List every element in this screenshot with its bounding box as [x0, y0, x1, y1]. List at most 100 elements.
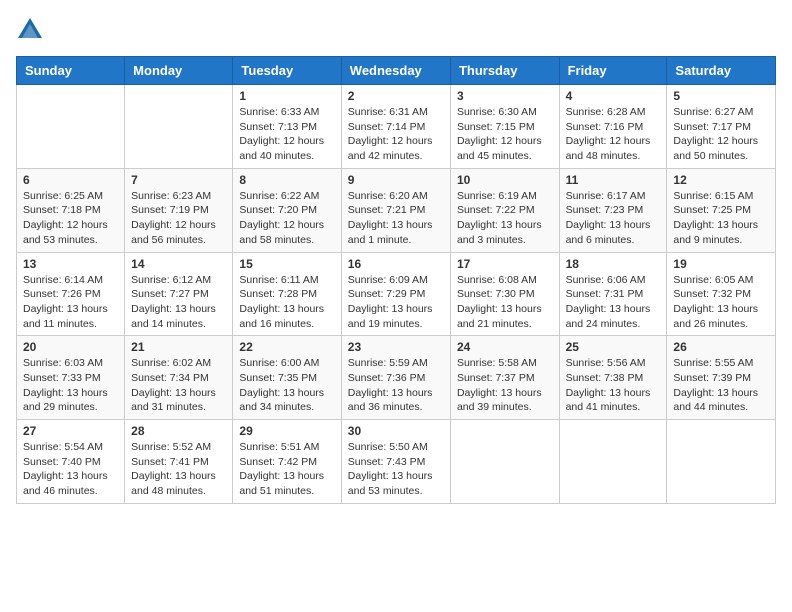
day-info: Sunrise: 5:50 AM Sunset: 7:43 PM Dayligh… — [348, 440, 444, 499]
day-info: Sunrise: 5:54 AM Sunset: 7:40 PM Dayligh… — [23, 440, 118, 499]
day-of-week-header: Friday — [559, 57, 667, 85]
day-info: Sunrise: 6:03 AM Sunset: 7:33 PM Dayligh… — [23, 356, 118, 415]
day-info: Sunrise: 6:00 AM Sunset: 7:35 PM Dayligh… — [239, 356, 334, 415]
calendar-cell: 23 Sunrise: 5:59 AM Sunset: 7:36 PM Dayli… — [341, 336, 450, 420]
day-number: 26 — [673, 340, 769, 354]
calendar-cell — [667, 420, 776, 504]
day-of-week-header: Monday — [125, 57, 233, 85]
day-info: Sunrise: 6:06 AM Sunset: 7:31 PM Dayligh… — [566, 273, 661, 332]
calendar-cell: 2 Sunrise: 6:31 AM Sunset: 7:14 PM Daylig… — [341, 85, 450, 169]
day-number: 21 — [131, 340, 226, 354]
day-number: 13 — [23, 257, 118, 271]
day-info: Sunrise: 6:15 AM Sunset: 7:25 PM Dayligh… — [673, 189, 769, 248]
day-info: Sunrise: 6:31 AM Sunset: 7:14 PM Dayligh… — [348, 105, 444, 164]
day-info: Sunrise: 6:12 AM Sunset: 7:27 PM Dayligh… — [131, 273, 226, 332]
week-row: 13Sunrise: 6:14 AM Sunset: 7:26 PM Dayli… — [17, 252, 776, 336]
calendar-cell: 10 Sunrise: 6:19 AM Sunset: 7:22 PM Dayli… — [450, 168, 559, 252]
day-of-week-header: Saturday — [667, 57, 776, 85]
day-number: 16 — [348, 257, 444, 271]
calendar-cell: 3 Sunrise: 6:30 AM Sunset: 7:15 PM Daylig… — [450, 85, 559, 169]
day-number: 6 — [23, 173, 118, 187]
calendar-cell: 24 Sunrise: 5:58 AM Sunset: 7:37 PM Dayli… — [450, 336, 559, 420]
calendar-cell: 4Sunrise: 6:28 AM Sunset: 7:16 PM Daylig… — [559, 85, 667, 169]
day-number: 9 — [348, 173, 444, 187]
day-info: Sunrise: 6:19 AM Sunset: 7:22 PM Dayligh… — [457, 189, 553, 248]
day-info: Sunrise: 6:17 AM Sunset: 7:23 PM Dayligh… — [566, 189, 661, 248]
day-number: 3 — [457, 89, 553, 103]
week-row: 1Sunrise: 6:33 AM Sunset: 7:13 PM Daylig… — [17, 85, 776, 169]
day-number: 19 — [673, 257, 769, 271]
day-of-week-header: Thursday — [450, 57, 559, 85]
day-info: Sunrise: 5:59 AM Sunset: 7:36 PM Dayligh… — [348, 356, 444, 415]
calendar-cell — [559, 420, 667, 504]
day-info: Sunrise: 6:11 AM Sunset: 7:28 PM Dayligh… — [239, 273, 334, 332]
day-info: Sunrise: 6:05 AM Sunset: 7:32 PM Dayligh… — [673, 273, 769, 332]
day-number: 24 — [457, 340, 553, 354]
day-info: Sunrise: 6:22 AM Sunset: 7:20 PM Dayligh… — [239, 189, 334, 248]
calendar-cell: 19 Sunrise: 6:05 AM Sunset: 7:32 PM Dayli… — [667, 252, 776, 336]
calendar-table: SundayMondayTuesdayWednesdayThursdayFrid… — [16, 56, 776, 504]
day-number: 20 — [23, 340, 118, 354]
day-info: Sunrise: 5:55 AM Sunset: 7:39 PM Dayligh… — [673, 356, 769, 415]
calendar-cell: 13Sunrise: 6:14 AM Sunset: 7:26 PM Dayli… — [17, 252, 125, 336]
day-number: 14 — [131, 257, 226, 271]
day-number: 10 — [457, 173, 553, 187]
calendar-cell: 16 Sunrise: 6:09 AM Sunset: 7:29 PM Dayli… — [341, 252, 450, 336]
day-number: 23 — [348, 340, 444, 354]
calendar-cell: 26 Sunrise: 5:55 AM Sunset: 7:39 PM Dayli… — [667, 336, 776, 420]
day-info: Sunrise: 5:58 AM Sunset: 7:37 PM Dayligh… — [457, 356, 553, 415]
calendar-cell — [17, 85, 125, 169]
day-info: Sunrise: 6:20 AM Sunset: 7:21 PM Dayligh… — [348, 189, 444, 248]
calendar-cell: 21 Sunrise: 6:02 AM Sunset: 7:34 PM Dayli… — [125, 336, 233, 420]
day-number: 28 — [131, 424, 226, 438]
calendar-cell: 1Sunrise: 6:33 AM Sunset: 7:13 PM Daylig… — [233, 85, 341, 169]
day-number: 4 — [566, 89, 661, 103]
calendar-cell: 11 Sunrise: 6:17 AM Sunset: 7:23 PM Dayli… — [559, 168, 667, 252]
day-info: Sunrise: 6:02 AM Sunset: 7:34 PM Dayligh… — [131, 356, 226, 415]
day-info: Sunrise: 6:09 AM Sunset: 7:29 PM Dayligh… — [348, 273, 444, 332]
week-row: 27 Sunrise: 5:54 AM Sunset: 7:40 PM Dayli… — [17, 420, 776, 504]
calendar-cell: 29 Sunrise: 5:51 AM Sunset: 7:42 PM Dayli… — [233, 420, 341, 504]
calendar-cell — [450, 420, 559, 504]
day-of-week-header: Sunday — [17, 57, 125, 85]
calendar-cell: 8 Sunrise: 6:22 AM Sunset: 7:20 PM Daylig… — [233, 168, 341, 252]
day-number: 11 — [566, 173, 661, 187]
day-number: 17 — [457, 257, 553, 271]
day-info: Sunrise: 6:23 AM Sunset: 7:19 PM Dayligh… — [131, 189, 226, 248]
calendar-cell: 27 Sunrise: 5:54 AM Sunset: 7:40 PM Dayli… — [17, 420, 125, 504]
day-info: Sunrise: 5:56 AM Sunset: 7:38 PM Dayligh… — [566, 356, 661, 415]
day-number: 18 — [566, 257, 661, 271]
calendar-header-row: SundayMondayTuesdayWednesdayThursdayFrid… — [17, 57, 776, 85]
calendar-cell: 20 Sunrise: 6:03 AM Sunset: 7:33 PM Dayli… — [17, 336, 125, 420]
day-info: Sunrise: 6:25 AM Sunset: 7:18 PM Dayligh… — [23, 189, 118, 248]
page-header — [16, 16, 776, 44]
day-info: Sunrise: 5:51 AM Sunset: 7:42 PM Dayligh… — [239, 440, 334, 499]
day-number: 27 — [23, 424, 118, 438]
calendar-cell: 9 Sunrise: 6:20 AM Sunset: 7:21 PM Daylig… — [341, 168, 450, 252]
calendar-cell: 14 Sunrise: 6:12 AM Sunset: 7:27 PM Dayli… — [125, 252, 233, 336]
day-info: Sunrise: 5:52 AM Sunset: 7:41 PM Dayligh… — [131, 440, 226, 499]
day-number: 5 — [673, 89, 769, 103]
day-number: 15 — [239, 257, 334, 271]
logo — [16, 16, 48, 44]
day-number: 7 — [131, 173, 226, 187]
day-number: 25 — [566, 340, 661, 354]
calendar-cell: 5Sunrise: 6:27 AM Sunset: 7:17 PM Daylig… — [667, 85, 776, 169]
day-number: 29 — [239, 424, 334, 438]
week-row: 20 Sunrise: 6:03 AM Sunset: 7:33 PM Dayli… — [17, 336, 776, 420]
calendar-cell: 22Sunrise: 6:00 AM Sunset: 7:35 PM Dayli… — [233, 336, 341, 420]
day-info: Sunrise: 6:30 AM Sunset: 7:15 PM Dayligh… — [457, 105, 553, 164]
day-number: 2 — [348, 89, 444, 103]
calendar-cell: 30 Sunrise: 5:50 AM Sunset: 7:43 PM Dayli… — [341, 420, 450, 504]
calendar-cell: 17 Sunrise: 6:08 AM Sunset: 7:30 PM Dayli… — [450, 252, 559, 336]
calendar-cell — [125, 85, 233, 169]
day-info: Sunrise: 6:08 AM Sunset: 7:30 PM Dayligh… — [457, 273, 553, 332]
day-of-week-header: Tuesday — [233, 57, 341, 85]
day-number: 8 — [239, 173, 334, 187]
day-number: 1 — [239, 89, 334, 103]
calendar-cell: 28 Sunrise: 5:52 AM Sunset: 7:41 PM Dayli… — [125, 420, 233, 504]
calendar-cell: 25 Sunrise: 5:56 AM Sunset: 7:38 PM Dayli… — [559, 336, 667, 420]
logo-icon — [16, 16, 44, 44]
day-of-week-header: Wednesday — [341, 57, 450, 85]
day-number: 30 — [348, 424, 444, 438]
